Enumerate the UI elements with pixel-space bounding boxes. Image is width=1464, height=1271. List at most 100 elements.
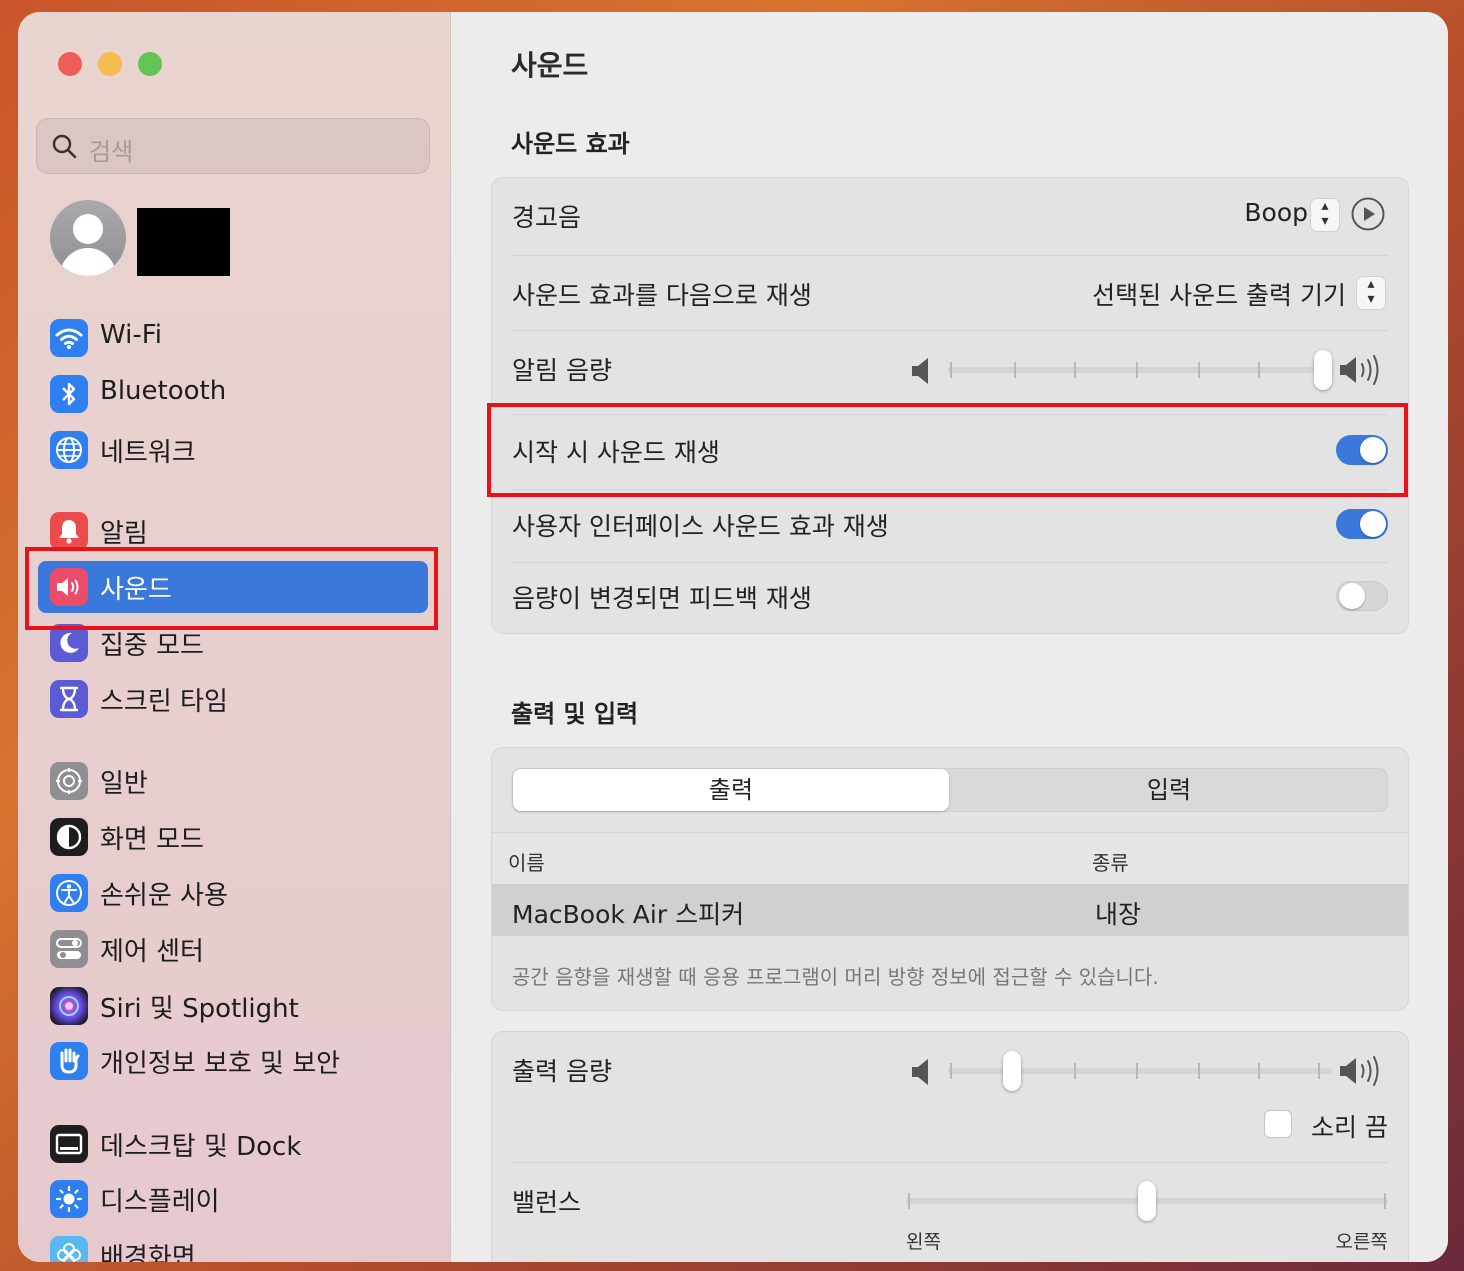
- alert-sound-label: 경고음: [512, 203, 582, 232]
- gear-icon: [50, 762, 88, 800]
- flower-icon: [50, 1236, 88, 1262]
- alert-volume-row: 알림 음량: [512, 331, 1388, 405]
- sidebar-item-privacy[interactable]: 개인정보 보호 및 보안: [38, 1035, 428, 1087]
- play-effects-popup-chevrons-icon[interactable]: ▴ ▾: [1356, 276, 1386, 310]
- play-effects-label: 사운드 효과를 다음으로 재생: [512, 281, 812, 310]
- feedback-label: 음량이 변경되면 피드백 재생: [512, 584, 812, 613]
- balance-left-label: 왼쪽: [906, 1231, 941, 1253]
- volume-low-icon: [912, 1059, 928, 1085]
- sidebar-item-label: 개인정보 보호 및 보안: [100, 1049, 341, 1079]
- mute-checkbox[interactable]: [1264, 1110, 1292, 1138]
- volume-high-icon: [1340, 355, 1379, 385]
- section-heading-sound-effects: 사운드 효과: [511, 130, 630, 158]
- sidebar-item-control-center[interactable]: 제어 센터: [38, 923, 428, 975]
- zoom-button[interactable]: [138, 52, 162, 76]
- settings-window: 검색 Wi-Fi Bluetooth 네트워크 알림 사운드 집중 모드 스크린…: [18, 12, 1448, 1262]
- sidebar-item-wifi[interactable]: Wi-Fi: [38, 312, 428, 364]
- device-type: 내장: [1095, 900, 1142, 929]
- output-input-segmented-control: 출력 입력: [512, 768, 1388, 812]
- sidebar-item-general[interactable]: 일반: [38, 755, 428, 807]
- bell-icon: [50, 512, 88, 550]
- slider-thumb[interactable]: [1003, 1051, 1021, 1091]
- balance-label: 밸런스: [512, 1188, 582, 1217]
- sidebar-item-label: Bluetooth: [100, 376, 227, 406]
- alert-volume-slider[interactable]: [948, 350, 1332, 390]
- output-volume-row: 출력 음량: [512, 1032, 1388, 1112]
- sidebar-item-label: 알림: [100, 519, 148, 549]
- sidebar-item-label: Wi-Fi: [100, 320, 163, 350]
- alert-sound-row: 경고음 Boop ▴ ▾: [512, 178, 1388, 255]
- sidebar-item-desktop-dock[interactable]: 데스크탑 및 Dock: [38, 1118, 428, 1170]
- sidebar-item-label: 손쉬운 사용: [100, 881, 228, 911]
- ui-sounds-label: 사용자 인터페이스 사운드 효과 재생: [512, 512, 889, 541]
- sidebar-item-label: 집중 모드: [100, 631, 204, 661]
- volume-low-icon: [912, 358, 928, 384]
- feedback-toggle[interactable]: [1336, 581, 1388, 611]
- output-volume-group: 출력 음량 소리 끔 밸런스 왼쪽 오른쪽: [491, 1031, 1409, 1262]
- alert-sound-popup-chevrons-icon[interactable]: ▴ ▾: [1310, 198, 1340, 232]
- search-icon: [52, 134, 77, 159]
- redacted-user-name: [137, 208, 230, 276]
- mute-label: 소리 끔: [1311, 1113, 1388, 1142]
- feedback-row: 음량이 변경되면 피드백 재생: [512, 563, 1388, 633]
- sidebar-item-label: 네트워크: [100, 438, 196, 468]
- hand-icon: [50, 1042, 88, 1080]
- balance-row: 밸런스 왼쪽 오른쪽: [512, 1163, 1388, 1262]
- tab-output[interactable]: 출력: [513, 769, 949, 811]
- appearance-icon: [50, 818, 88, 856]
- sidebar-item-label: 일반: [100, 769, 148, 799]
- hourglass-icon: [50, 680, 88, 718]
- accessibility-icon: [50, 874, 88, 912]
- sidebar-item-siri[interactable]: Siri 및 Spotlight: [38, 980, 428, 1032]
- slider-thumb[interactable]: [1138, 1181, 1156, 1221]
- balance-right-label: 오른쪽: [1335, 1231, 1388, 1253]
- ui-sounds-toggle[interactable]: [1336, 509, 1388, 539]
- slider-thumb[interactable]: [1314, 350, 1332, 390]
- slider-track: [948, 367, 1332, 373]
- sidebar-item-wallpaper[interactable]: 배경화면: [38, 1229, 428, 1262]
- section-heading-output-input: 출력 및 입력: [511, 700, 639, 728]
- sidebar-item-screen-time[interactable]: 스크린 타임: [38, 673, 428, 725]
- output-volume-slider[interactable]: [948, 1051, 1332, 1091]
- sidebar-item-label: 제어 센터: [100, 937, 204, 967]
- sidebar-item-label: 데스크탑 및 Dock: [100, 1132, 302, 1162]
- siri-icon: [50, 987, 88, 1025]
- sidebar-item-displays[interactable]: 디스플레이: [38, 1173, 428, 1225]
- sidebar-item-label: 디스플레이: [100, 1187, 220, 1217]
- sidebar-item-label: 화면 모드: [100, 825, 204, 855]
- dock-icon: [50, 1125, 88, 1163]
- highlight-box-startup-sound: [487, 403, 1408, 497]
- sidebar-item-network[interactable]: 네트워크: [38, 424, 428, 476]
- sidebar-item-appearance[interactable]: 화면 모드: [38, 811, 428, 863]
- play-effects-value[interactable]: 선택된 사운드 출력 기기: [1092, 276, 1346, 312]
- balance-slider[interactable]: [906, 1181, 1388, 1221]
- column-header-type: 종류: [1092, 851, 1129, 875]
- play-effects-row: 사운드 효과를 다음으로 재생 선택된 사운드 출력 기기 ▴ ▾: [512, 256, 1388, 330]
- toggles-icon: [50, 930, 88, 968]
- table-header: 이름 종류: [492, 832, 1408, 885]
- globe-icon: [50, 431, 88, 469]
- tab-input[interactable]: 입력: [951, 769, 1387, 811]
- alert-sound-value[interactable]: Boop: [1244, 198, 1308, 227]
- volume-high-icon: [1340, 1056, 1379, 1086]
- output-volume-label: 출력 음량: [512, 1057, 612, 1086]
- sidebar: 검색 Wi-Fi Bluetooth 네트워크 알림 사운드 집중 모드 스크린…: [18, 12, 451, 1262]
- wifi-icon: [50, 319, 88, 357]
- play-icon[interactable]: [1350, 196, 1386, 232]
- output-input-group: 출력 입력 이름 종류 MacBook Air 스피커 내장 공간 음향을 재생…: [491, 747, 1409, 1011]
- main-pane: 사운드 사운드 효과 경고음 Boop ▴ ▾ 사운드 효과를 다음으로 재생 선…: [451, 12, 1448, 1262]
- close-button[interactable]: [58, 52, 82, 76]
- device-name: MacBook Air 스피커: [512, 900, 745, 929]
- sidebar-item-label: Siri 및 Spotlight: [100, 994, 299, 1024]
- sun-icon: [50, 1180, 88, 1218]
- table-row[interactable]: MacBook Air 스피커 내장: [492, 884, 1408, 936]
- user-avatar[interactable]: [50, 200, 126, 276]
- page-title: 사운드: [511, 49, 589, 82]
- sidebar-item-label: 스크린 타임: [100, 687, 228, 717]
- minimize-button[interactable]: [98, 52, 122, 76]
- alert-volume-label: 알림 음량: [512, 356, 612, 385]
- sidebar-item-bluetooth[interactable]: Bluetooth: [38, 368, 428, 420]
- bluetooth-icon: [50, 375, 88, 413]
- search-field[interactable]: 검색: [36, 118, 430, 174]
- sidebar-item-accessibility[interactable]: 손쉬운 사용: [38, 867, 428, 919]
